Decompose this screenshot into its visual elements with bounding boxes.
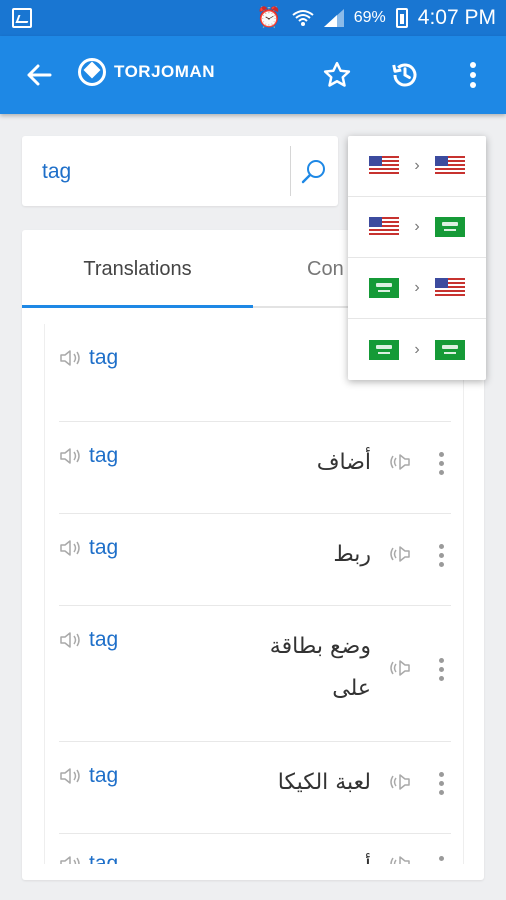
chevron-right-icon: ›	[414, 279, 420, 296]
english-word: tag	[89, 628, 119, 651]
list-item[interactable]: tag أ	[59, 834, 451, 864]
battery-icon	[395, 8, 408, 28]
more-vertical-icon[interactable]	[439, 856, 445, 864]
history-button[interactable]	[388, 58, 422, 92]
arabic-translation: أضاف	[316, 450, 371, 475]
list-item[interactable]: tag ربط	[59, 514, 451, 606]
overflow-menu-button[interactable]	[456, 58, 490, 92]
battery-percent: 69%	[353, 9, 386, 26]
english-word: tag	[89, 536, 119, 559]
app-bar: TORJOMAN	[0, 36, 506, 114]
back-arrow-icon[interactable]	[22, 58, 56, 92]
english-term: tag	[59, 628, 118, 652]
us-flag-icon	[369, 156, 399, 176]
app-title: TORJOMAN	[114, 62, 215, 81]
speaker-icon[interactable]	[387, 854, 411, 864]
status-bar: ⏰ 69% 4:07 PM	[0, 0, 506, 36]
more-vertical-icon[interactable]	[439, 544, 445, 571]
favorite-star-button[interactable]	[320, 58, 354, 92]
status-icons: ⏰ 69% 4:07 PM	[257, 0, 496, 36]
english-word: tag	[89, 346, 119, 369]
english-term: tag	[59, 346, 118, 370]
language-pair-menu: › › › ›	[348, 136, 486, 380]
english-term: tag	[59, 764, 118, 788]
speaker-icon[interactable]	[59, 446, 83, 466]
wifi-icon	[292, 10, 314, 26]
more-vertical-icon[interactable]	[439, 658, 445, 685]
speaker-icon[interactable]	[59, 766, 83, 786]
more-vertical-icon[interactable]	[439, 772, 445, 799]
english-term: tag	[59, 852, 118, 864]
tab-translations[interactable]: Translations	[22, 230, 253, 308]
sa-flag-icon	[435, 217, 465, 237]
english-word: tag	[89, 852, 119, 864]
app-logo: TORJOMAN	[78, 58, 215, 86]
search-button[interactable]	[298, 156, 330, 188]
sa-flag-icon	[369, 339, 399, 360]
alarm-icon: ⏰	[256, 7, 282, 29]
us-flag-icon	[435, 278, 465, 298]
us-flag-icon	[435, 156, 465, 176]
speaker-icon[interactable]	[59, 538, 83, 558]
speaker-icon[interactable]	[59, 630, 83, 650]
chevron-right-icon: ›	[414, 218, 420, 235]
clock: 4:07 PM	[417, 6, 496, 29]
search-divider	[290, 146, 291, 196]
arabic-translation: ربط	[333, 542, 371, 567]
signal-icon	[323, 9, 344, 27]
translation-list[interactable]: tag ق tag أضاف tag ربط	[44, 324, 464, 864]
speaker-icon[interactable]	[59, 854, 83, 864]
list-item[interactable]: tag لعبة الكيكا	[59, 742, 451, 834]
speaker-icon[interactable]	[387, 772, 411, 792]
english-term: tag	[59, 536, 118, 560]
list-item[interactable]: tag أضاف	[59, 422, 451, 514]
search-icon	[301, 160, 325, 184]
star-icon	[323, 61, 351, 87]
speaker-icon[interactable]	[387, 452, 411, 472]
list-item[interactable]: tag وضع بطاقة على	[59, 606, 451, 742]
menu-item-en-en[interactable]: ›	[348, 136, 486, 197]
gallery-notification-icon	[12, 8, 32, 28]
arabic-translation: وضع بطاقة على	[269, 634, 371, 701]
search-box[interactable]: tag	[22, 136, 338, 206]
speaker-icon[interactable]	[59, 348, 83, 368]
search-input[interactable]: tag	[42, 160, 71, 184]
sa-flag-icon	[369, 278, 399, 298]
sa-flag-icon	[435, 339, 465, 360]
arabic-translation: لعبة الكيكا	[277, 770, 371, 795]
speaker-icon[interactable]	[387, 544, 411, 564]
menu-item-en-ar[interactable]: ›	[348, 197, 486, 258]
torjoman-logo-icon	[78, 58, 106, 86]
english-word: tag	[89, 444, 119, 467]
active-tab-indicator	[22, 305, 253, 308]
chevron-right-icon: ›	[414, 340, 420, 358]
chevron-right-icon: ›	[414, 157, 420, 174]
more-vertical-icon[interactable]	[439, 452, 445, 479]
english-term: tag	[59, 444, 118, 468]
english-word: tag	[89, 764, 119, 787]
us-flag-icon	[369, 217, 399, 237]
more-vertical-icon	[470, 62, 476, 88]
arabic-translation: أ	[365, 848, 371, 864]
menu-item-ar-ar[interactable]: ›	[348, 319, 486, 380]
speaker-icon[interactable]	[387, 658, 411, 678]
menu-item-ar-en[interactable]: ›	[348, 258, 486, 319]
history-icon	[392, 63, 417, 87]
